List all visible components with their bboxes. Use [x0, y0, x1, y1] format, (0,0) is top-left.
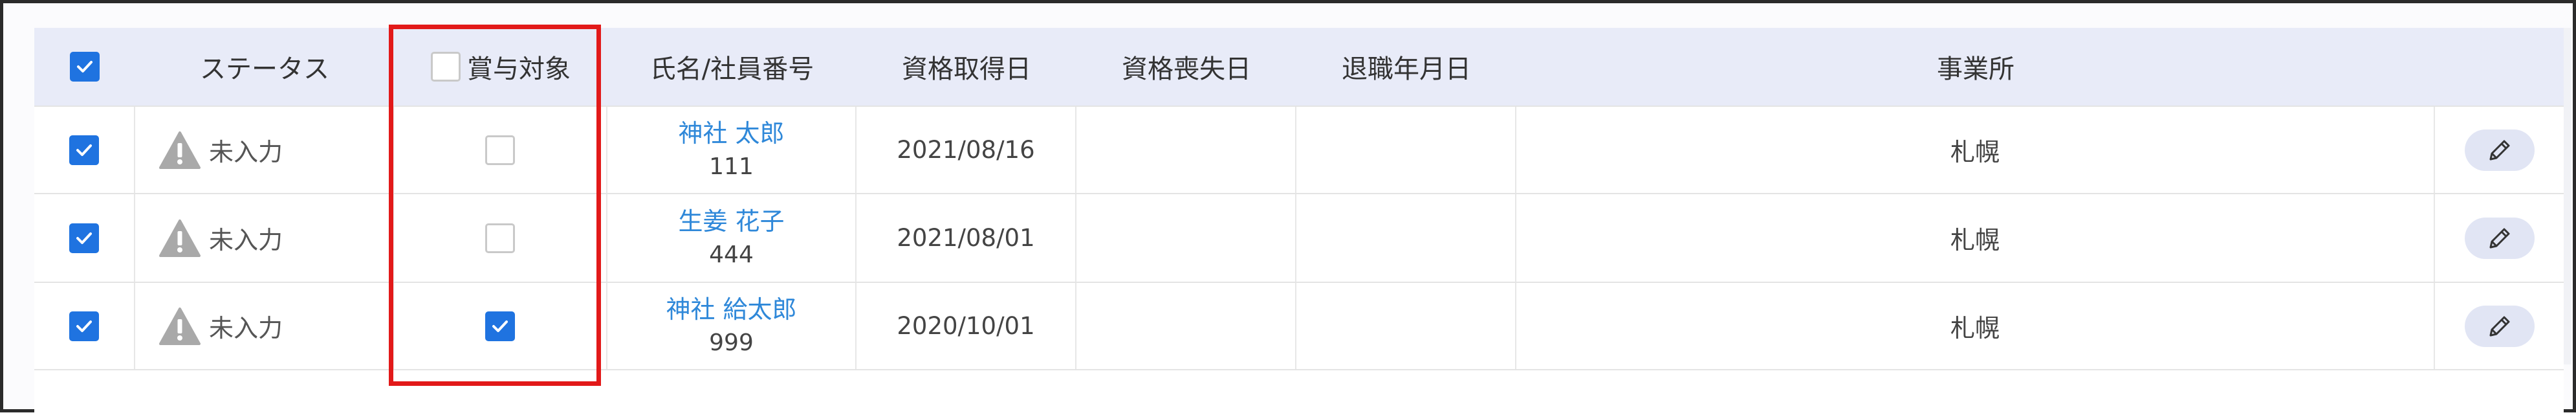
row-select-cell [34, 194, 135, 282]
row-select-checkbox[interactable] [69, 135, 99, 165]
bonus-target-cell [394, 107, 607, 193]
edit-button[interactable] [2464, 305, 2535, 347]
check-icon [77, 61, 93, 73]
vertical-scrollbar[interactable] [2564, 28, 2571, 365]
office: 札幌 [1516, 194, 2435, 282]
lost-date [1076, 283, 1296, 369]
employee-number: 111 [709, 153, 754, 180]
header-actions [2435, 28, 2564, 106]
status-text: 未入力 [209, 314, 283, 342]
header-acquired-date: 資格取得日 [902, 54, 1031, 84]
status-text: 未入力 [209, 226, 283, 254]
status-text: 未入力 [209, 138, 283, 166]
bonus-target-checkbox[interactable] [485, 135, 515, 165]
name-id-cell: 神社 給太郎 999 [607, 283, 857, 369]
edit-button[interactable] [2464, 129, 2535, 171]
employee-name-link[interactable]: 生姜 花子 [678, 205, 784, 238]
lost-date [1076, 107, 1296, 193]
acquired-date: 2020/10/01 [857, 283, 1076, 369]
name-id-cell: 生姜 花子 444 [607, 194, 857, 282]
header-bonus-target: 賞与対象 [394, 28, 607, 106]
actions-cell [2435, 194, 2564, 282]
row-select-cell [34, 283, 135, 369]
bonus-target-checkbox[interactable] [485, 311, 515, 341]
retire-date [1296, 107, 1516, 193]
check-icon [76, 320, 92, 332]
pencil-icon [2489, 316, 2509, 336]
acquired-date: 2021/08/01 [857, 194, 1076, 282]
employee-table: ステータス 賞与対象 氏名/社員番号 資格取得日 資格喪失日 退職年月日 事業所 [34, 28, 2564, 415]
header-name-id: 氏名/社員番号 [649, 54, 814, 84]
check-icon [76, 144, 92, 156]
header-lost-date: 資格喪失日 [1122, 54, 1251, 84]
row-select-checkbox[interactable] [69, 311, 99, 341]
select-all-checkbox[interactable] [70, 52, 100, 82]
bonus-target-checkbox[interactable] [485, 223, 515, 253]
actions-cell [2435, 107, 2564, 193]
status-cell: 未入力 [135, 107, 394, 193]
employee-number: 999 [709, 329, 754, 356]
retire-date [1296, 283, 1516, 369]
edit-button[interactable] [2464, 217, 2535, 259]
retire-date [1296, 194, 1516, 282]
header-select-all-cell [34, 28, 135, 106]
check-icon [76, 232, 92, 244]
warning-icon [159, 131, 201, 169]
bonus-target-cell [394, 194, 607, 282]
name-id-cell: 神社 太郎 111 [607, 107, 857, 193]
header-status: ステータス [200, 54, 329, 84]
table-row: 未入力 生姜 花子 444 2021/08/01 札幌 [34, 193, 2564, 282]
status-cell: 未入力 [135, 194, 394, 282]
screenshot-frame: ステータス 賞与対象 氏名/社員番号 資格取得日 資格喪失日 退職年月日 事業所 [0, 0, 2576, 415]
row-select-checkbox[interactable] [69, 223, 99, 253]
acquired-date: 2021/08/16 [857, 107, 1076, 193]
table-row: 未入力 神社 給太郎 999 2020/10/01 札幌 [34, 282, 2564, 370]
employee-name-link[interactable]: 神社 給太郎 [666, 293, 796, 326]
employee-number: 444 [709, 241, 754, 268]
pencil-icon [2489, 140, 2509, 160]
check-icon [492, 320, 508, 332]
header-bonus-label: 賞与対象 [467, 54, 571, 84]
header-office: 事業所 [1937, 54, 2014, 84]
office: 札幌 [1516, 107, 2435, 193]
employee-name-link[interactable]: 神社 太郎 [678, 117, 784, 150]
bonus-target-cell [394, 283, 607, 369]
office: 札幌 [1516, 283, 2435, 369]
table-header: ステータス 賞与対象 氏名/社員番号 資格取得日 資格喪失日 退職年月日 事業所 [34, 28, 2564, 106]
warning-icon [159, 307, 201, 345]
warning-icon [159, 219, 201, 257]
table-row: 未入力 神社 太郎 111 2021/08/16 札幌 [34, 106, 2564, 193]
pencil-icon [2489, 228, 2509, 248]
status-cell: 未入力 [135, 283, 394, 369]
bonus-select-all-checkbox[interactable] [431, 52, 461, 82]
header-retire-date: 退職年月日 [1342, 54, 1471, 84]
row-select-cell [34, 107, 135, 193]
lost-date [1076, 194, 1296, 282]
actions-cell [2435, 283, 2564, 369]
